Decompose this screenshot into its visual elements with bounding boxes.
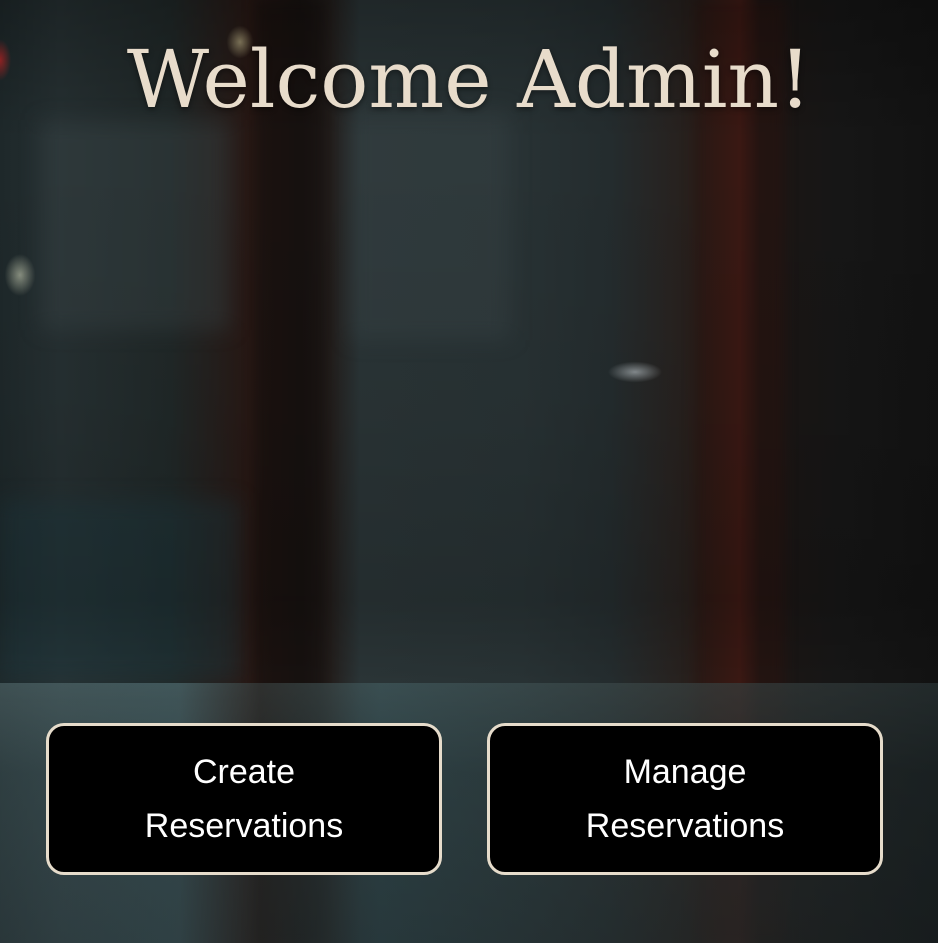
create-reservations-label-line1: Create bbox=[192, 753, 296, 791]
page-title: Welcome Admin! bbox=[126, 33, 812, 126]
manage-reservations-label-line2: Reservations bbox=[585, 807, 785, 845]
create-reservations-label-line2: Reservations bbox=[144, 807, 344, 845]
create-reservations-button[interactable]: Create Reservations bbox=[46, 723, 442, 875]
admin-dashboard: Welcome Admin! Create Reservations Manag… bbox=[0, 0, 938, 943]
manage-reservations-label-line1: Manage bbox=[623, 753, 747, 791]
manage-reservations-button[interactable]: Manage Reservations bbox=[487, 723, 883, 875]
